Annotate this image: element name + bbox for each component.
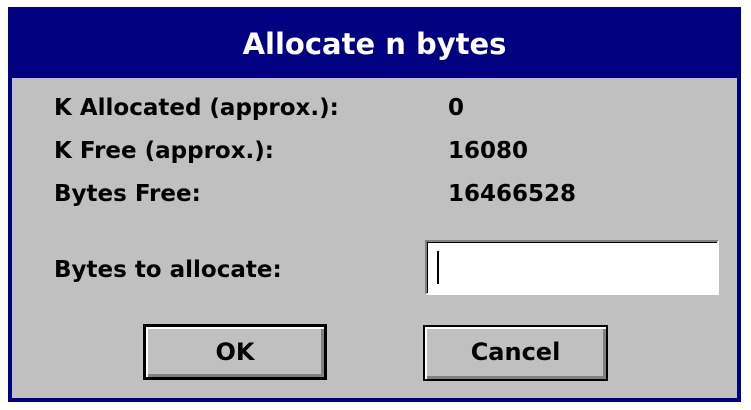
ok-button[interactable]: OK — [143, 324, 327, 380]
info-row-bytes-free: Bytes Free: 16466528 — [54, 181, 704, 217]
text-caret — [437, 251, 439, 284]
bytes-to-allocate-input[interactable] — [425, 240, 719, 295]
cancel-button[interactable]: Cancel — [423, 325, 608, 381]
k-free-value: 16080 — [448, 138, 529, 164]
info-row-k-allocated: K Allocated (approx.): 0 — [54, 95, 704, 131]
bytes-free-label: Bytes Free: — [54, 181, 201, 207]
bytes-free-value: 16466528 — [448, 181, 577, 207]
k-allocated-label: K Allocated (approx.): — [54, 95, 339, 121]
info-row-k-free: K Free (approx.): 16080 — [54, 138, 704, 174]
k-allocated-value: 0 — [448, 95, 465, 121]
bytes-to-allocate-label: Bytes to allocate: — [54, 257, 282, 283]
k-free-label: K Free (approx.): — [54, 138, 275, 164]
allocate-dialog: Allocate n bytes K Allocated (approx.): … — [8, 7, 741, 402]
dialog-title: Allocate n bytes — [12, 11, 737, 78]
